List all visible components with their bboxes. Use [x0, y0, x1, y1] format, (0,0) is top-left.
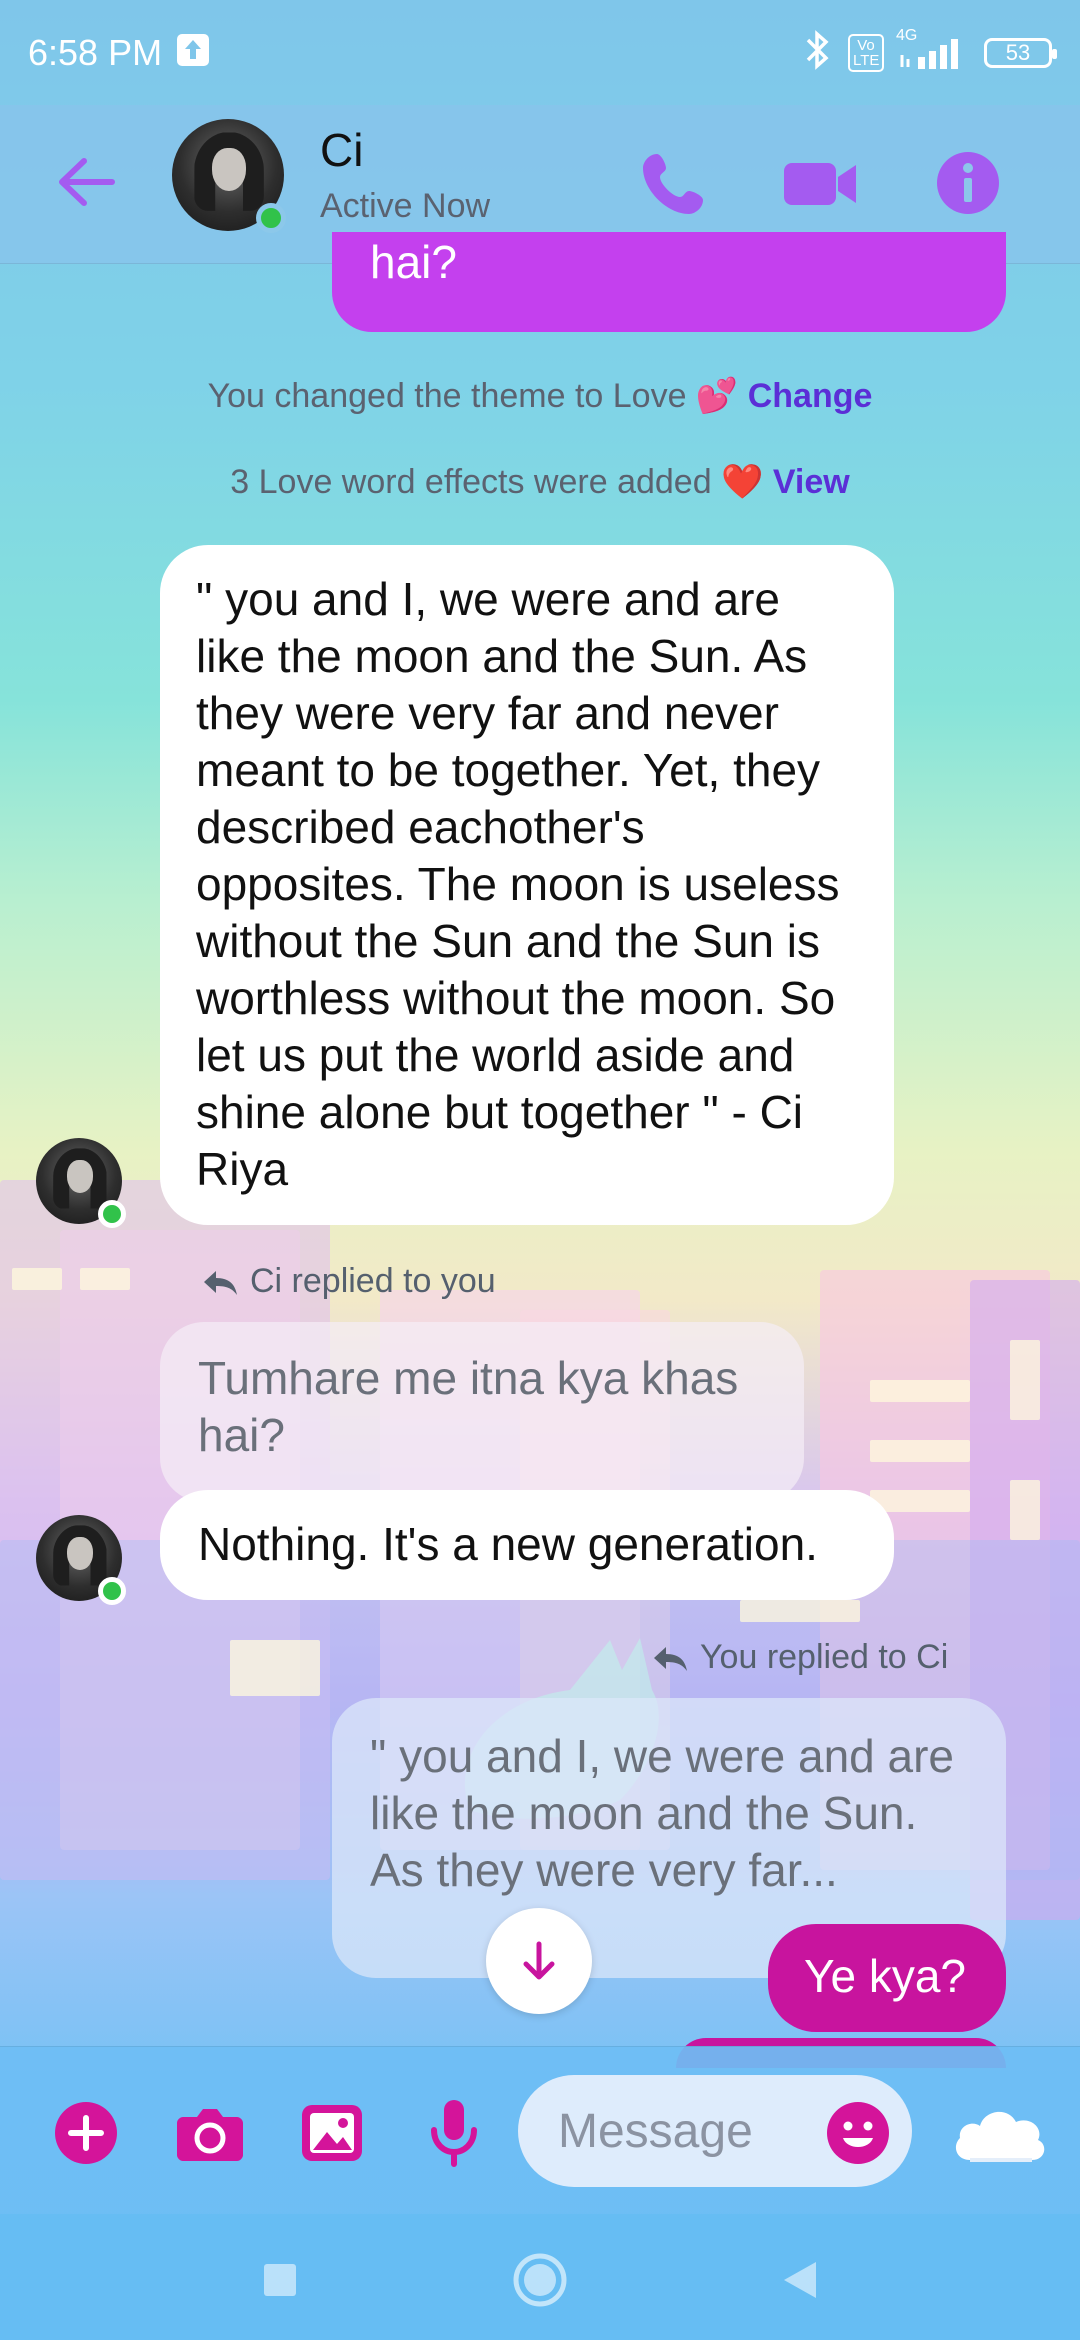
chat-screen: 6:58 PM Vo LTE 4G 53 Ci Active Now hai? … — [0, 0, 1080, 2340]
online-indicator — [256, 203, 286, 233]
phone-icon[interactable] — [634, 143, 714, 223]
outgoing-message-reply[interactable]: Ye kya? — [768, 1924, 1006, 2032]
contact-status: Active Now — [320, 187, 491, 225]
plus-icon[interactable] — [46, 2093, 126, 2173]
arrow-down-icon — [523, 1941, 555, 1980]
scroll-down-button[interactable] — [486, 1908, 592, 2014]
signal-icon: 4G — [896, 27, 970, 71]
contact-avatar-small[interactable] — [36, 1138, 126, 1228]
gallery-icon[interactable] — [292, 2093, 372, 2173]
status-bar: 6:58 PM Vo LTE 4G 53 — [0, 0, 1080, 105]
cloud-icon[interactable] — [950, 2093, 1050, 2173]
incoming-message-reply[interactable]: Nothing. It's a new generation. — [160, 1490, 894, 1600]
reply-label-incoming: Ci replied to you — [200, 1262, 496, 1301]
navigation-bar — [0, 2214, 1080, 2340]
home-icon[interactable] — [510, 2250, 570, 2310]
battery-icon: 53 — [984, 37, 1057, 68]
emoji-icon[interactable] — [818, 2093, 898, 2173]
reply-icon — [654, 1646, 687, 1671]
bluetooth-icon — [800, 30, 834, 75]
incoming-message-quote[interactable]: " you and I, we were and are like the mo… — [160, 545, 894, 1225]
system-message-effects: 3 Love word effects were added ❤️ View — [230, 463, 850, 501]
contact-avatar-small[interactable] — [36, 1515, 126, 1605]
reply-label-outgoing: You replied to Ci — [650, 1638, 948, 1677]
microphone-icon[interactable] — [414, 2093, 494, 2173]
quoted-reply-bubble[interactable]: Tumhare me itna kya khas hai? — [160, 1322, 804, 1502]
volte-icon: Vo LTE — [848, 33, 884, 72]
system-message-theme: You changed the theme to Love 💕 Change — [207, 377, 873, 415]
online-indicator — [98, 1577, 126, 1605]
info-icon[interactable] — [928, 143, 1008, 223]
view-effects-link[interactable]: View — [773, 463, 850, 501]
back-icon[interactable] — [770, 2250, 830, 2310]
recent-apps-icon[interactable] — [250, 2250, 310, 2310]
status-time: 6:58 PM — [28, 31, 163, 73]
camera-icon[interactable] — [170, 2093, 250, 2173]
change-theme-link[interactable]: Change — [748, 377, 873, 415]
video-camera-icon[interactable] — [780, 143, 860, 223]
contact-avatar[interactable] — [172, 119, 286, 233]
message-composer — [0, 2046, 1080, 2215]
upload-icon — [176, 33, 210, 72]
reply-icon — [204, 1270, 237, 1295]
contact-name[interactable]: Ci — [320, 123, 363, 177]
online-indicator — [98, 1200, 126, 1228]
back-arrow-icon[interactable] — [52, 147, 122, 217]
